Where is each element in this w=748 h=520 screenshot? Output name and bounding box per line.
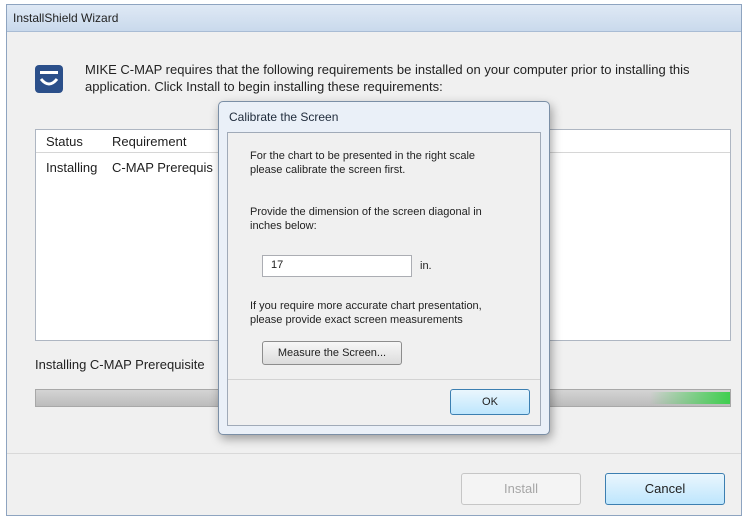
installshield-icon	[35, 65, 63, 93]
button-separator	[7, 453, 741, 454]
dialog-title: Calibrate the Screen	[229, 110, 339, 124]
column-header-status[interactable]: Status	[46, 134, 83, 149]
intro-text-line1: For the chart to be presented in the rig…	[250, 150, 476, 162]
column-header-requirement[interactable]: Requirement	[112, 134, 186, 149]
dialog-separator	[228, 379, 540, 380]
intro-text-line2: please calibrate the screen first.	[250, 164, 406, 176]
progress-label: Installing C-MAP Prerequisite	[35, 357, 205, 372]
install-button[interactable]: Install	[461, 473, 581, 505]
unit-label: in.	[420, 260, 432, 272]
accuracy-text-line1: If you require more accurate chart prese…	[250, 300, 482, 312]
prompt-text-line2: inches below:	[250, 220, 317, 232]
window-title: InstallShield Wizard	[13, 11, 119, 25]
dialog-panel: For the chart to be presented in the rig…	[227, 132, 541, 426]
accuracy-text-line2: please provide exact screen measurements	[250, 314, 463, 326]
progress-glow	[650, 392, 730, 404]
measure-screen-button[interactable]: Measure the Screen...	[262, 341, 402, 365]
row-requirement: C-MAP Prerequis	[112, 160, 213, 175]
requirements-message: MIKE C-MAP requires that the following r…	[85, 62, 690, 94]
ok-button[interactable]: OK	[450, 389, 530, 415]
calibrate-screen-dialog: Calibrate the Screen For the chart to be…	[218, 101, 550, 435]
title-bar[interactable]: InstallShield Wizard	[7, 5, 741, 32]
screen-diagonal-input[interactable]: 17	[262, 255, 412, 277]
prompt-text-line1: Provide the dimension of the screen diag…	[250, 206, 482, 218]
cancel-button[interactable]: Cancel	[605, 473, 725, 505]
row-status: Installing	[46, 160, 98, 175]
